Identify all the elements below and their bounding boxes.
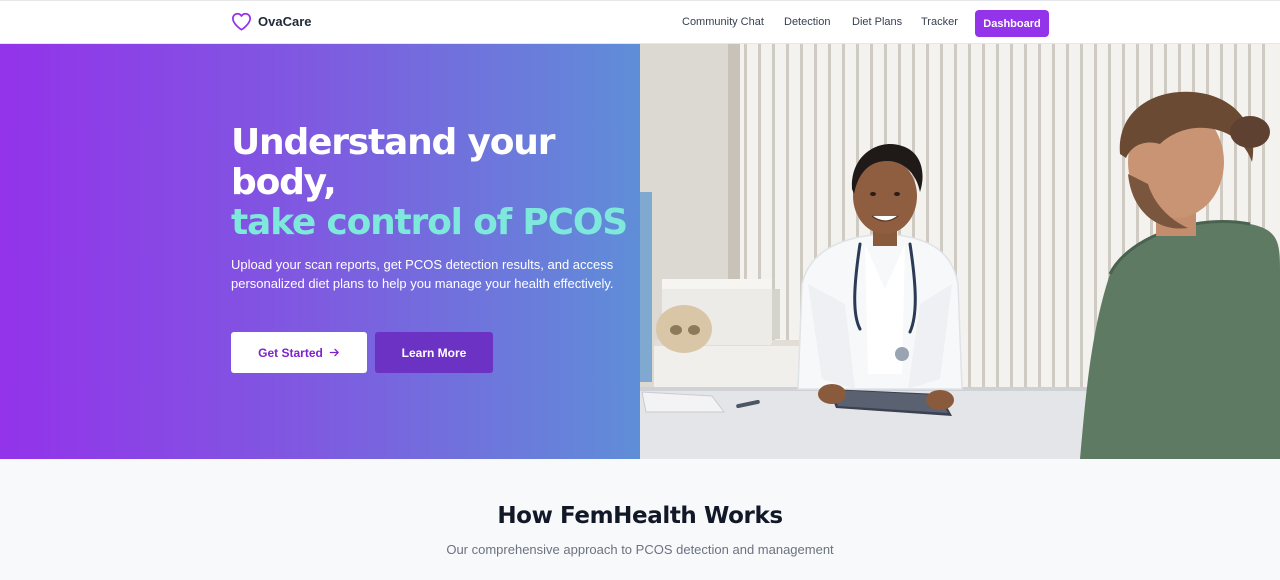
top-navbar: OvaCare Community Chat Detection Diet Pl…: [0, 0, 1280, 44]
dashboard-button[interactable]: Dashboard: [975, 10, 1049, 37]
hero-headline: Understand your body, take control of PC…: [231, 123, 641, 243]
headline-line-1: Understand your: [231, 122, 555, 163]
get-started-label: Get Started: [258, 345, 323, 360]
nav-detection[interactable]: Detection: [784, 16, 830, 28]
section-subtitle: Our comprehensive approach to PCOS detec…: [446, 542, 834, 557]
get-started-button[interactable]: Get Started: [231, 332, 367, 373]
brand-logo-link[interactable]: OvaCare: [231, 12, 311, 31]
arrow-right-icon: [329, 348, 339, 357]
heart-icon: [231, 12, 251, 31]
learn-more-button[interactable]: Learn More: [375, 332, 493, 373]
hero-section: Understand your body, take control of PC…: [0, 44, 1280, 459]
brand-name: OvaCare: [258, 14, 312, 29]
hero-gradient-panel: Understand your body, take control of PC…: [0, 44, 640, 459]
section-title: How FemHealth Works: [497, 503, 783, 529]
hero-description: Upload your scan reports, get PCOS detec…: [231, 257, 614, 291]
nav-community-chat[interactable]: Community Chat: [682, 16, 764, 28]
headline-accent: take control of PCOS: [231, 202, 628, 243]
hero-photo: [640, 44, 1280, 459]
headline-line-2: body,: [231, 162, 337, 203]
nav-diet-plans[interactable]: Diet Plans: [852, 16, 902, 28]
nav-tracker[interactable]: Tracker: [921, 16, 958, 28]
